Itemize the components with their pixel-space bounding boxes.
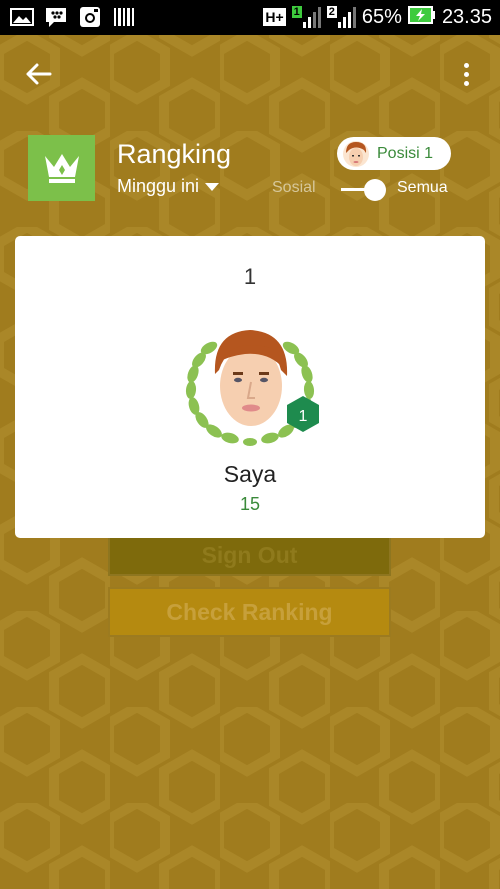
player-avatar[interactable]: 1 [175, 312, 325, 452]
back-button[interactable] [22, 59, 56, 89]
more-vert-dot [463, 71, 469, 77]
crown-tile [28, 135, 95, 201]
arrow-left-icon [26, 63, 52, 85]
page-title: Rangking [117, 139, 232, 169]
toggle-thumb[interactable] [364, 179, 386, 201]
check-ranking-button[interactable]: Check Ranking [108, 587, 391, 637]
period-label: Minggu ini [117, 176, 200, 196]
battery-charging-icon [407, 5, 436, 29]
position-label: Posisi 1 [377, 144, 434, 162]
position-pill[interactable]: Posisi 1 [337, 137, 451, 170]
scope-toggle[interactable]: Sosial Semua [272, 177, 462, 203]
barcode-icon [112, 6, 136, 28]
sim1-label: 1 [291, 6, 302, 18]
player-name: Saya [223, 461, 277, 487]
toggle-label-social: Sosial [272, 179, 316, 196]
app-screen: Rangking Minggu ini Posisi 1 Sosial Semu… [0, 35, 500, 889]
instagram-icon [78, 6, 102, 28]
player-score: 15 [239, 494, 261, 514]
gallery-icon [10, 6, 34, 28]
period-dropdown[interactable]: Minggu ini [117, 176, 220, 197]
badge-rank-number: 1 [299, 408, 308, 425]
more-vert-dot [463, 80, 469, 86]
more-vert-icon [463, 62, 469, 68]
avatar-small [343, 140, 369, 167]
crown-icon [44, 154, 79, 183]
bbm-icon [44, 6, 68, 28]
battery-percent: 65% [361, 5, 402, 28]
rank-number: 1 [243, 264, 257, 289]
status-bar: H+ 1 2 65% 23.35 [0, 0, 500, 35]
face-avatar [208, 330, 292, 426]
signal-icon: 1 [291, 6, 321, 28]
sign-out-button[interactable]: Sign Out [108, 535, 391, 576]
sim2-label: 2 [326, 6, 337, 18]
ranking-card: 1 1 Saya 15 [15, 236, 485, 538]
network-type: H+ [263, 8, 286, 26]
clock: 23.35 [441, 5, 492, 28]
caret-down-icon [205, 182, 220, 191]
toggle-label-all: Semua [397, 179, 448, 196]
signal-icon-2: 2 [326, 6, 356, 28]
overflow-menu-button[interactable] [456, 59, 476, 89]
